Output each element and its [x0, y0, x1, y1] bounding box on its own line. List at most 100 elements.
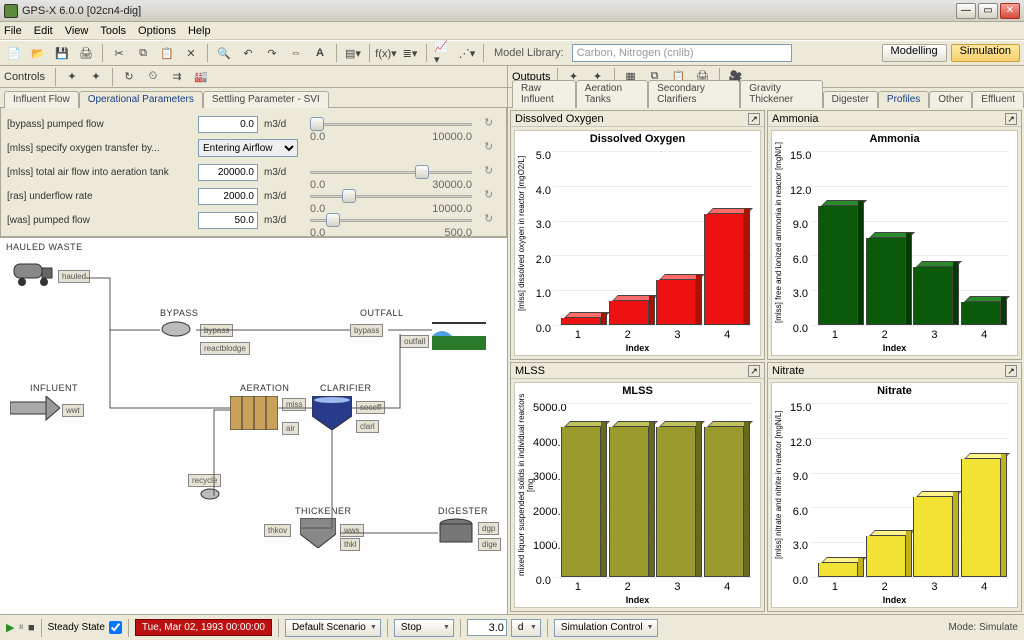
steady-checkbox[interactable] [109, 621, 122, 634]
redo-icon[interactable]: ↷ [262, 43, 282, 63]
maximize-button[interactable]: ▭ [978, 3, 998, 19]
modelling-button[interactable]: Modelling [882, 44, 947, 62]
sim-datetime: Tue, Mar 02, 1993 00:00:00 [135, 619, 272, 636]
slider-airflow[interactable]: 0.030000.0 [310, 163, 472, 181]
param-select-o2spec[interactable]: Entering Airflow [198, 139, 298, 157]
chart-nitrate: Nitrate↗ Nitrate [mlss] nitrate and nitr… [767, 362, 1022, 612]
menu-tools[interactable]: Tools [100, 25, 126, 37]
print-icon[interactable]: 🖨 [76, 43, 96, 63]
tab-sec-clarifiers[interactable]: Secondary Clarifiers [648, 80, 740, 108]
undo-icon[interactable]: ↶ [238, 43, 258, 63]
process-diagram[interactable]: HAULED WASTE hauled BYPASS bypass reactb… [0, 237, 507, 614]
chart-head-label: Ammonia [772, 113, 818, 125]
chart-scatter-icon[interactable]: ⋰▾ [457, 43, 477, 63]
menu-help[interactable]: Help [188, 25, 211, 37]
open-icon[interactable]: 📂 [28, 43, 48, 63]
tab-aeration-tanks[interactable]: Aeration Tanks [576, 80, 648, 108]
simulation-button[interactable]: Simulation [951, 44, 1020, 62]
param-row-airflow: [mlss] total air flow into aeration tank… [7, 160, 500, 184]
ctrl-icon-1[interactable]: ✦ [62, 67, 82, 87]
model-library-combo[interactable]: Carbon, Nitrogen (cnlib) [572, 44, 792, 62]
tab-settling-parameter[interactable]: Settling Parameter - SVI [203, 91, 329, 108]
chart-title: Nitrate [772, 383, 1017, 399]
sigma-icon[interactable]: ≣▾ [400, 43, 420, 63]
menu-view[interactable]: View [65, 25, 89, 37]
fx-icon[interactable]: f(x)▾ [376, 43, 396, 63]
tab-operational-parameters[interactable]: Operational Parameters [79, 91, 203, 108]
y-axis-label: mixed liquor suspended solids in individ… [517, 393, 529, 577]
text-icon[interactable]: A [310, 43, 330, 63]
layer-icon[interactable]: ▤▾ [343, 43, 363, 63]
digester-icon [438, 518, 474, 548]
menu-options[interactable]: Options [138, 25, 176, 37]
flow-icon[interactable]: ⇉ [167, 67, 187, 87]
param-input-was[interactable] [198, 212, 258, 229]
reset-icon[interactable]: ↻ [484, 164, 500, 180]
tab-raw-influent[interactable]: Raw Influent [512, 80, 576, 108]
outfall-label: OUTFALL [360, 308, 404, 318]
minimize-button[interactable]: — [956, 3, 976, 19]
param-label: [mlss] specify oxygen transfer by... [7, 143, 192, 154]
popout-icon[interactable]: ↗ [748, 365, 760, 377]
tab-other[interactable]: Other [929, 91, 972, 108]
factory-icon[interactable]: 🏭 [191, 67, 211, 87]
hauled-waste-label: HAULED WASTE [6, 242, 83, 252]
titlebar: GPS-X 6.0.0 [02cn4-dig] — ▭ ✕ [0, 0, 1024, 22]
slider-bypass[interactable]: 0.010000.0 [310, 115, 472, 133]
cut-icon[interactable]: ✂ [109, 43, 129, 63]
menu-file[interactable]: File [4, 25, 22, 37]
reset-icon[interactable]: ↻ [119, 67, 139, 87]
duration-unit[interactable]: d [511, 619, 541, 637]
reset-icon[interactable]: ↻ [484, 212, 500, 228]
y-ticks: 15.012.09.06.03.00.0 [790, 403, 808, 577]
copy-icon[interactable]: ⧉ [133, 43, 153, 63]
chart-dissolved-oxygen: Dissolved Oxygen↗ Dissolved Oxygen [mlss… [510, 110, 765, 360]
sim-control-combo[interactable]: Simulation Control [554, 619, 658, 637]
slider-ras[interactable]: 0.010000.0 [310, 187, 472, 205]
reset-icon[interactable]: ↻ [484, 116, 500, 132]
ctrl-icon-2[interactable]: ✦ [86, 67, 106, 87]
param-row-bypass: [bypass] pumped flow m3/d 0.010000.0 ↻ [7, 112, 500, 136]
param-row-ras: [ras] underflow rate m3/d 0.010000.0 ↻ [7, 184, 500, 208]
reset-icon[interactable]: ↻ [484, 188, 500, 204]
bypass-label: BYPASS [160, 308, 198, 318]
paste-icon[interactable]: 📋 [157, 43, 177, 63]
tab-gravity-thick[interactable]: Gravity Thickener [740, 80, 822, 108]
popout-icon[interactable]: ↗ [748, 113, 760, 125]
tab-digester[interactable]: Digester [823, 91, 878, 108]
param-input-bypass[interactable] [198, 116, 258, 133]
tab-influent-flow[interactable]: Influent Flow [4, 91, 79, 108]
chart-line-icon[interactable]: 📈▾ [433, 43, 453, 63]
chart-title: Dissolved Oxygen [515, 131, 760, 147]
output-tabs: Raw Influent Aeration Tanks Secondary Cl… [508, 88, 1024, 108]
param-input-ras[interactable] [198, 188, 258, 205]
delete-icon[interactable]: ✕ [181, 43, 201, 63]
popout-icon[interactable]: ↗ [1005, 113, 1017, 125]
pause-icon[interactable]: ⏸ [18, 621, 24, 634]
slider-was[interactable]: 0.0500.0 [310, 211, 472, 229]
param-input-airflow[interactable] [198, 164, 258, 181]
reset-icon[interactable]: ↻ [484, 140, 500, 156]
save-icon[interactable]: 💾 [52, 43, 72, 63]
y-ticks: 5.04.03.02.01.00.0 [533, 151, 551, 325]
aeration-label: AERATION [240, 383, 289, 393]
tab-profiles[interactable]: Profiles [878, 91, 929, 108]
x-axis-label: Index [515, 595, 760, 605]
window-title: GPS-X 6.0.0 [02cn4-dig] [22, 5, 956, 17]
new-icon[interactable]: 📄 [4, 43, 24, 63]
sim-bottom-bar: ▶ ⏸ ■ Steady State Tue, Mar 02, 1993 00:… [0, 614, 1024, 640]
duration-input[interactable] [467, 619, 507, 636]
stop-combo[interactable]: Stop [394, 619, 454, 637]
gage-icon[interactable]: ⏲ [143, 67, 163, 87]
outfall-icon [432, 322, 486, 352]
menu-edit[interactable]: Edit [34, 25, 53, 37]
zoom-icon[interactable]: 🔍 [214, 43, 234, 63]
close-button[interactable]: ✕ [1000, 3, 1020, 19]
pan-icon[interactable]: ⇔ [286, 43, 306, 63]
popout-icon[interactable]: ↗ [1005, 365, 1017, 377]
play-icon[interactable]: ▶ [6, 621, 14, 634]
tab-effluent[interactable]: Effluent [972, 91, 1024, 108]
param-unit: m3/d [264, 119, 298, 130]
scenario-combo[interactable]: Default Scenario [285, 619, 381, 637]
fwd-icon[interactable]: ■ [28, 622, 35, 634]
